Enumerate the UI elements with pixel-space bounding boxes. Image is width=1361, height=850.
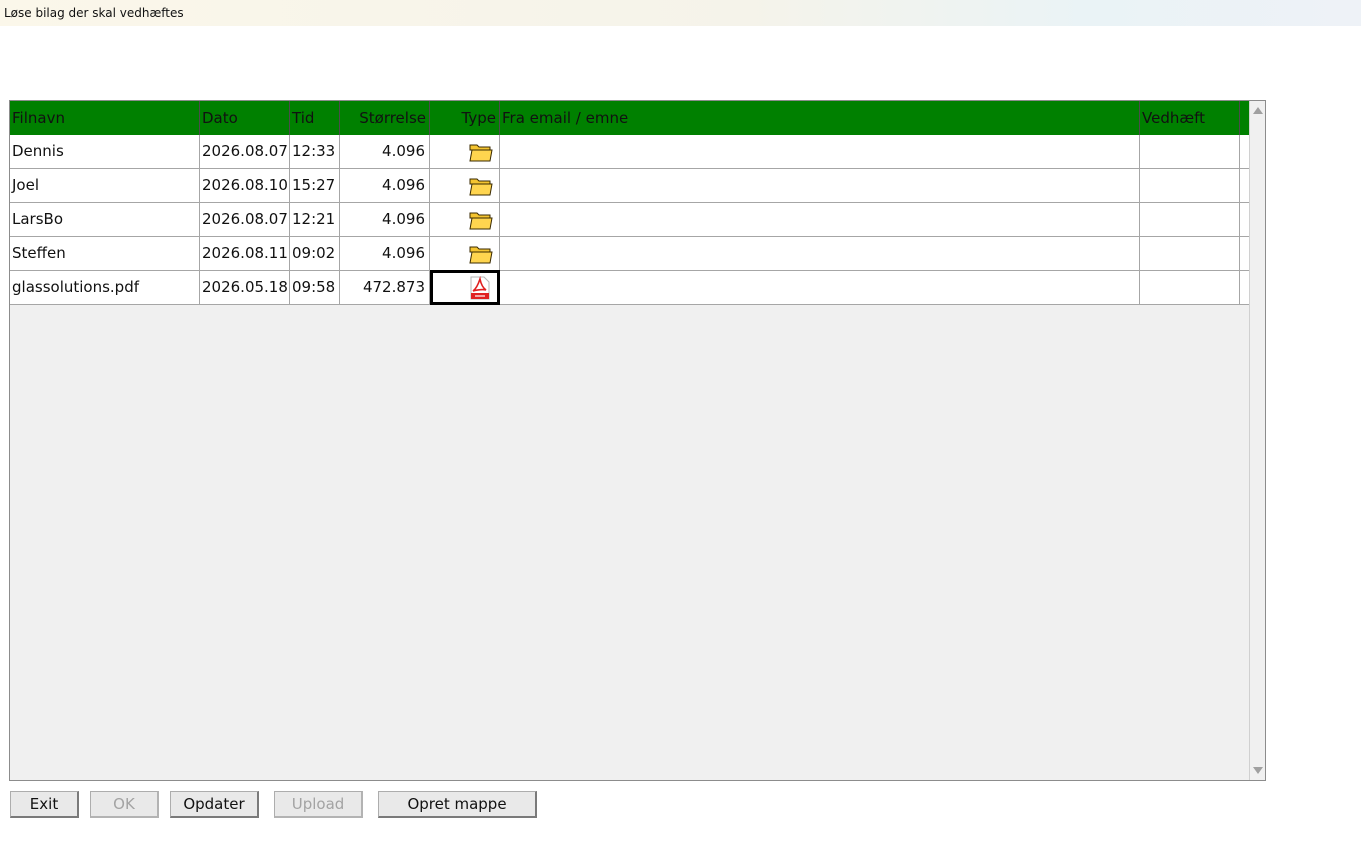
cell-date[interactable]: 2026.05.18 [200, 271, 290, 304]
vertical-scrollbar[interactable] [1249, 101, 1265, 780]
table-row[interactable]: glassolutions.pdf 2026.05.18 09:58 472.8… [10, 270, 1249, 305]
folder-icon [469, 246, 493, 263]
cell-filename[interactable]: Steffen [10, 237, 200, 270]
cell-type[interactable] [430, 203, 500, 236]
cell-from-email[interactable] [500, 135, 1140, 168]
upload-button[interactable]: Upload [274, 791, 363, 818]
cell-type[interactable] [430, 169, 500, 202]
cell-size[interactable]: 4.096 [340, 169, 430, 202]
cell-filename[interactable]: Dennis [10, 135, 200, 168]
folder-icon [469, 212, 493, 229]
cell-type[interactable] [430, 135, 500, 168]
column-header-type[interactable]: Type [430, 101, 500, 135]
cell-type-selected[interactable] [430, 270, 500, 305]
cell-filename[interactable]: glassolutions.pdf [10, 271, 200, 304]
cell-from-email[interactable] [500, 271, 1140, 304]
cell-time[interactable]: 15:27 [290, 169, 340, 202]
cell-date[interactable]: 2026.08.07 [200, 135, 290, 168]
cell-size[interactable]: 4.096 [340, 203, 430, 236]
column-header-tid[interactable]: Tid [290, 101, 340, 135]
column-header-storrelse[interactable]: Størrelse [340, 101, 430, 135]
column-header-vedhaeft[interactable]: Vedhæft [1140, 101, 1240, 135]
column-header-filnavn[interactable]: Filnavn [10, 101, 200, 135]
cell-from-email[interactable] [500, 237, 1140, 270]
cell-time[interactable]: 09:58 [290, 271, 340, 304]
table-row[interactable]: Dennis 2026.08.07 12:33 4.096 [10, 135, 1249, 169]
cell-time[interactable]: 12:21 [290, 203, 340, 236]
folder-icon [469, 144, 493, 161]
table-row[interactable]: Joel 2026.08.10 15:27 4.096 [10, 169, 1249, 203]
column-header-dato[interactable]: Dato [200, 101, 290, 135]
scroll-down-icon[interactable] [1253, 767, 1263, 774]
window-title: Løse bilag der skal vedhæftes [4, 6, 184, 20]
cell-date[interactable]: 2026.08.11 [200, 237, 290, 270]
cell-attach[interactable] [1140, 135, 1240, 168]
exit-button[interactable]: Exit [10, 791, 79, 818]
cell-time[interactable]: 09:02 [290, 237, 340, 270]
file-grid[interactable]: Filnavn Dato Tid Størrelse Type Fra emai… [9, 100, 1266, 781]
cell-filename[interactable]: Joel [10, 169, 200, 202]
update-button[interactable]: Opdater [170, 791, 259, 818]
cell-time[interactable]: 12:33 [290, 135, 340, 168]
cell-date[interactable]: 2026.08.10 [200, 169, 290, 202]
table-row[interactable]: Steffen 2026.08.11 09:02 4.096 [10, 237, 1249, 271]
cell-from-email[interactable] [500, 169, 1140, 202]
scroll-up-icon[interactable] [1253, 107, 1263, 114]
ok-button[interactable]: OK [90, 791, 159, 818]
cell-size[interactable]: 472.873 [340, 271, 430, 304]
cell-attach[interactable] [1140, 237, 1240, 270]
cell-attach[interactable] [1140, 203, 1240, 236]
cell-filename[interactable]: LarsBo [10, 203, 200, 236]
folder-icon [469, 178, 493, 195]
create-folder-button[interactable]: Opret mappe [378, 791, 537, 818]
cell-size[interactable]: 4.096 [340, 237, 430, 270]
title-bar: Løse bilag der skal vedhæftes [0, 0, 1361, 26]
cell-from-email[interactable] [500, 203, 1140, 236]
pdf-icon [470, 275, 490, 299]
cell-attach[interactable] [1140, 169, 1240, 202]
cell-attach[interactable] [1140, 271, 1240, 304]
grid-header: Filnavn Dato Tid Størrelse Type Fra emai… [10, 101, 1249, 135]
cell-size[interactable]: 4.096 [340, 135, 430, 168]
cell-type[interactable] [430, 237, 500, 270]
table-row[interactable]: LarsBo 2026.08.07 12:21 4.096 [10, 203, 1249, 237]
cell-date[interactable]: 2026.08.07 [200, 203, 290, 236]
column-header-fra-email[interactable]: Fra email / emne [500, 101, 1140, 135]
